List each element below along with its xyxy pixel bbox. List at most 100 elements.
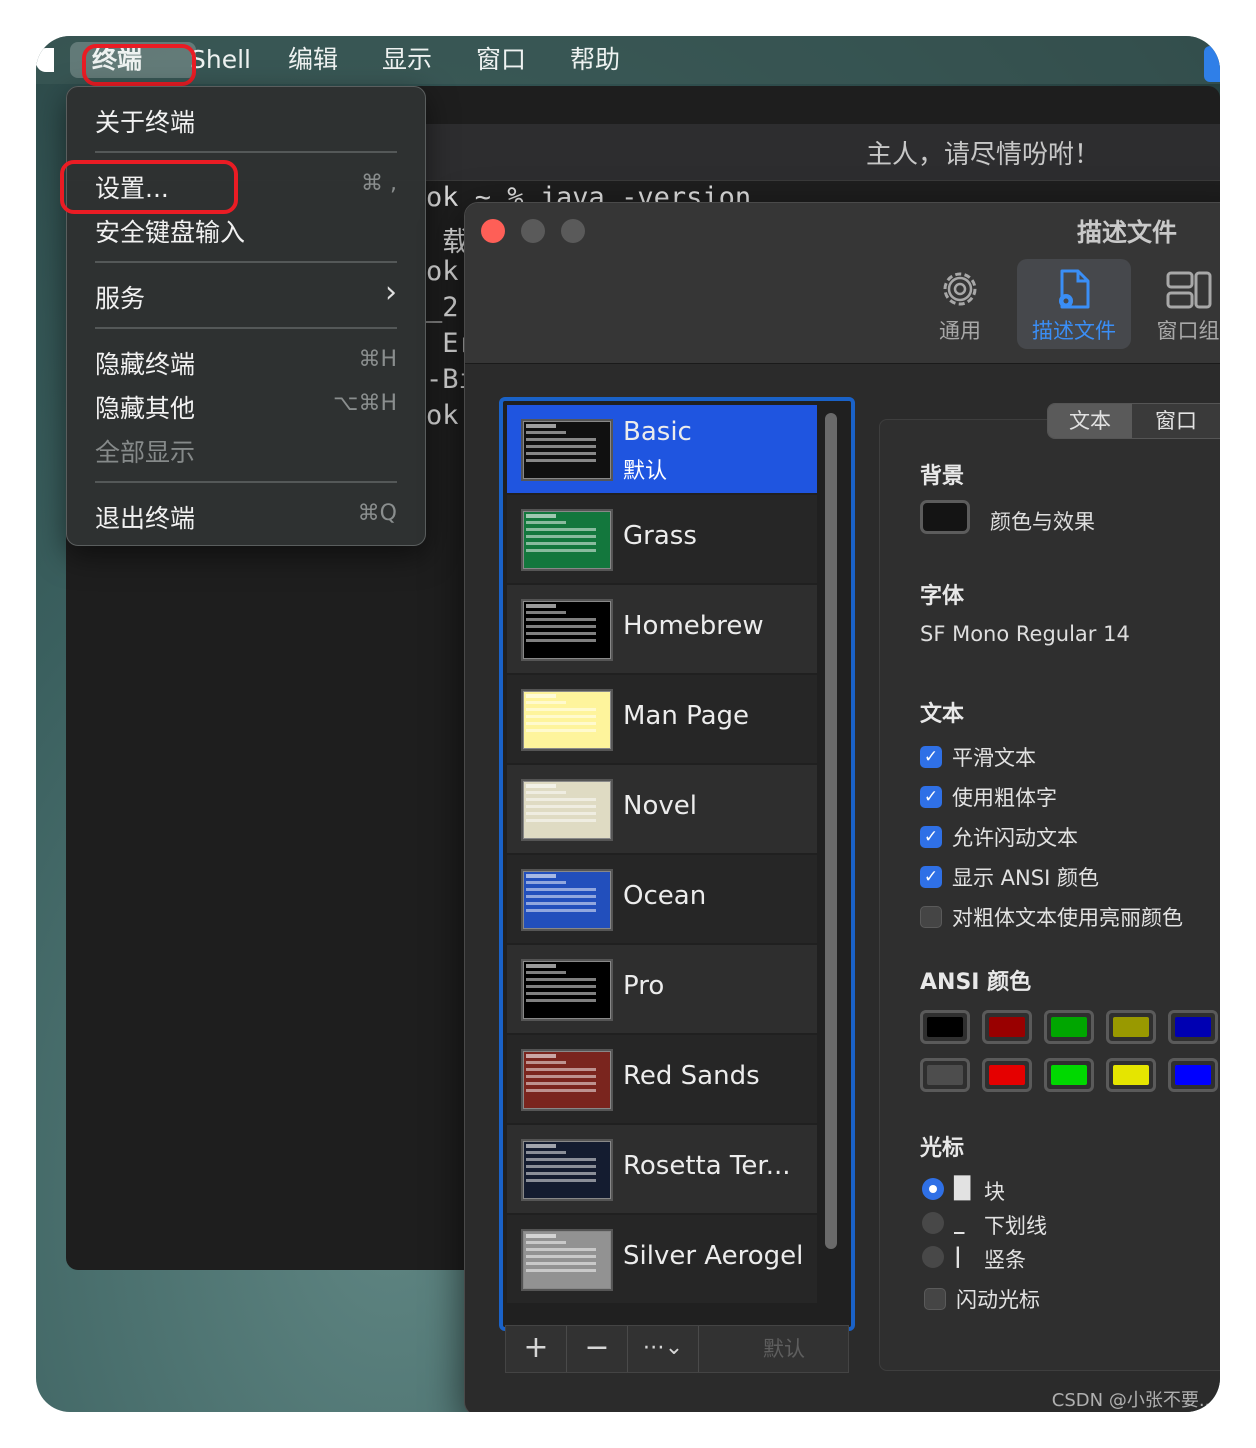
cursor-style-radio[interactable] xyxy=(922,1212,944,1234)
cursor-style-label: 竖条 xyxy=(984,1248,1026,1272)
text-option-label: 平滑文本 xyxy=(952,746,1036,770)
profile-thumbnail xyxy=(523,1141,611,1199)
tab-window-groups-label: 窗口组 xyxy=(1156,319,1220,343)
menu-item-about[interactable]: 关于终端 xyxy=(95,99,397,139)
text-option-label: 使用粗体字 xyxy=(952,786,1057,810)
blink-cursor-label: 闪动光标 xyxy=(956,1288,1040,1312)
profile-thumbnail xyxy=(523,961,611,1019)
ansi-color-swatch[interactable] xyxy=(1106,1058,1156,1092)
profile-list-toolbar: + − ⋯⌄ 默认 xyxy=(505,1325,849,1373)
blink-cursor-checkbox[interactable] xyxy=(924,1288,946,1310)
menu-help[interactable]: 帮助 xyxy=(570,42,620,78)
tab-profiles[interactable]: 描述文件 xyxy=(1017,259,1131,349)
scrollbar[interactable] xyxy=(825,413,837,1249)
font-value[interactable]: SF Mono Regular 14 xyxy=(920,622,1130,646)
ansi-color-swatch[interactable] xyxy=(1044,1058,1094,1092)
ansi-color-swatch[interactable] xyxy=(1106,1010,1156,1044)
text-option-checkbox[interactable]: ✓ xyxy=(920,786,942,808)
terminal-line: ok xyxy=(426,400,459,431)
menu-item-hide-others[interactable]: 隐藏其他 ⌥⌘H xyxy=(95,385,397,425)
cursor-style-radio[interactable] xyxy=(922,1246,944,1268)
background-heading: 背景 xyxy=(920,464,965,489)
tab-general[interactable]: 通用 xyxy=(903,259,1017,349)
desktop: 主人，请尽情吩咐！ ok ~ % java -version 载 ok _2( … xyxy=(36,36,1220,1412)
profile-row[interactable]: Grass xyxy=(507,495,817,583)
tab-window[interactable]: 窗口 xyxy=(1134,404,1218,438)
menu-bar: 终端 Shell 编辑 显示 窗口 帮助 xyxy=(36,36,1220,84)
profile-row[interactable]: Red Sands xyxy=(507,1035,817,1123)
text-option-label: 对粗体文本使用亮丽颜色 xyxy=(952,906,1183,930)
text-option-label: 显示 ANSI 颜色 xyxy=(952,866,1099,890)
profile-thumbnail xyxy=(523,871,611,929)
profile-row[interactable]: Novel xyxy=(507,765,817,853)
menu-separator xyxy=(95,481,397,483)
status-icon[interactable] xyxy=(1204,46,1220,82)
cursor-style-label: 块 xyxy=(984,1180,1005,1204)
zoom-button[interactable] xyxy=(561,219,585,243)
minimize-button[interactable] xyxy=(521,219,545,243)
settings-tab-control: 文本 窗口 xyxy=(1047,403,1220,439)
menu-item-quit[interactable]: 退出终端 ⌘Q xyxy=(95,495,397,535)
ansi-color-swatch[interactable] xyxy=(920,1058,970,1092)
profile-row[interactable]: Homebrew xyxy=(507,585,817,673)
cursor-style-glyph: | xyxy=(954,1244,962,1268)
tab-window-groups[interactable]: 窗口组 xyxy=(1131,259,1220,349)
ansi-color-swatch[interactable] xyxy=(920,1010,970,1044)
cursor-heading: 光标 xyxy=(920,1136,965,1161)
text-option-checkbox[interactable]: ✓ xyxy=(920,746,942,768)
profile-list[interactable]: Basic 默认 Grass Homebrew Man Page Novel Ocean Pr… xyxy=(499,397,855,1331)
set-default-button: 默认 xyxy=(763,1337,805,1361)
profile-thumbnail xyxy=(523,1051,611,1109)
cursor-style-radio[interactable] xyxy=(922,1178,944,1200)
text-option-checkbox[interactable]: ✓ xyxy=(920,866,942,888)
ansi-colors-heading: ANSI 颜色 xyxy=(920,970,1032,995)
ansi-color-swatch[interactable] xyxy=(1168,1010,1218,1044)
terminal-line: ok xyxy=(426,256,459,287)
cursor-style-label: 下划线 xyxy=(984,1214,1047,1238)
profile-name: Silver Aerogel xyxy=(623,1241,804,1271)
menu-item-hide-terminal[interactable]: 隐藏终端 ⌘H xyxy=(95,341,397,381)
profile-thumbnail xyxy=(523,781,611,839)
ansi-color-swatch[interactable] xyxy=(1044,1010,1094,1044)
profile-row[interactable]: Ocean xyxy=(507,855,817,943)
profile-name: Homebrew xyxy=(623,611,764,641)
menu-separator xyxy=(95,151,397,153)
profile-name: Rosetta Ter... xyxy=(623,1151,791,1181)
close-button[interactable] xyxy=(481,219,505,243)
default-badge: 默认 xyxy=(623,459,668,484)
menu-edit[interactable]: 编辑 xyxy=(288,42,338,78)
background-color-button[interactable] xyxy=(920,500,970,534)
text-heading: 文本 xyxy=(920,702,965,727)
profile-name: Novel xyxy=(623,791,697,821)
settings-window: 描述文件 通用 描述文件 窗口组 Basic 默认 Grass Homebrew… xyxy=(464,202,1220,1412)
text-option-checkbox[interactable] xyxy=(920,906,942,928)
menu-item-services[interactable]: 服务 › xyxy=(95,275,397,315)
profile-row[interactable]: Silver Aerogel xyxy=(507,1215,817,1303)
ansi-color-swatch[interactable] xyxy=(982,1058,1032,1092)
remove-profile-button[interactable]: − xyxy=(567,1326,628,1372)
gear-icon xyxy=(943,272,977,306)
add-profile-button[interactable]: + xyxy=(506,1326,567,1372)
profile-thumbnail xyxy=(523,1231,611,1289)
profile-row[interactable]: Pro xyxy=(507,945,817,1033)
profile-row[interactable]: Basic 默认 xyxy=(507,405,817,493)
ansi-color-swatch[interactable] xyxy=(1168,1058,1218,1092)
cursor-style-glyph: █ xyxy=(954,1176,971,1200)
profile-thumbnail xyxy=(523,511,611,569)
window-group-icon xyxy=(1166,271,1212,309)
menu-window[interactable]: 窗口 xyxy=(476,42,526,78)
profile-name: Man Page xyxy=(623,701,750,731)
text-option-checkbox[interactable]: ✓ xyxy=(920,826,942,848)
profile-row[interactable]: Man Page xyxy=(507,675,817,763)
apple-logo-icon[interactable] xyxy=(36,48,54,72)
tab-text[interactable]: 文本 xyxy=(1048,404,1132,438)
highlight-annotation xyxy=(82,44,196,86)
more-actions-button[interactable]: ⋯⌄ xyxy=(628,1326,699,1372)
ansi-color-swatch[interactable] xyxy=(982,1010,1032,1044)
profile-name: Pro xyxy=(623,971,665,1001)
menu-item-secure-keyboard[interactable]: 安全键盘输入 xyxy=(95,209,397,249)
profile-name: Ocean xyxy=(623,881,707,911)
menu-view[interactable]: 显示 xyxy=(382,42,432,78)
menu-shell[interactable]: Shell xyxy=(190,42,251,78)
profile-row[interactable]: Rosetta Ter... xyxy=(507,1125,817,1213)
